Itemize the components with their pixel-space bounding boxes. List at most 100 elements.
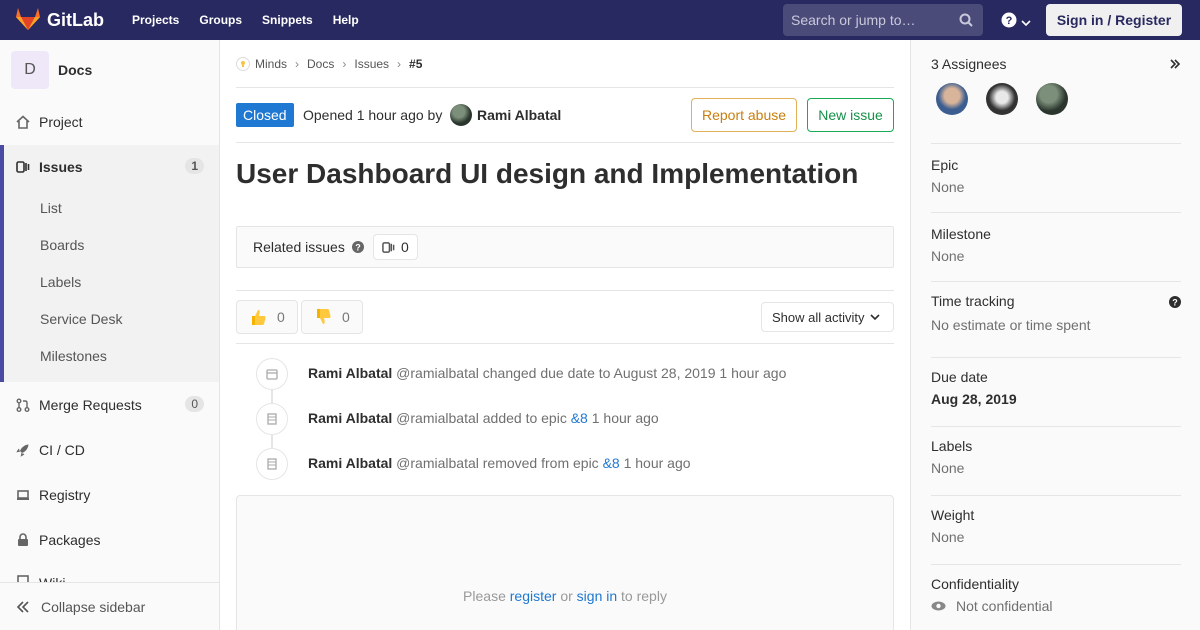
expand-icon[interactable] xyxy=(1169,57,1181,73)
reply-box: Please register or sign in to reply xyxy=(236,495,894,630)
timeline-note: Rami Albatal @ramialbatal removed from e… xyxy=(256,448,896,480)
author-name-link[interactable]: Rami Albatal xyxy=(477,107,561,123)
sidebar-item-label: CI / CD xyxy=(39,442,85,458)
home-icon xyxy=(16,115,30,129)
note-author-link[interactable]: Rami Albatal xyxy=(308,410,392,426)
sidebar-item-label: Issues xyxy=(39,159,83,175)
related-count-value: 0 xyxy=(401,239,409,255)
question-icon[interactable]: ? xyxy=(352,240,364,256)
activity-filter-dropdown[interactable]: Show all activity xyxy=(761,302,894,332)
note-handle: @ramialbatal xyxy=(396,410,479,426)
breadcrumb-minds[interactable]: Minds xyxy=(255,57,287,71)
sidebar-subitem-labels[interactable]: Labels xyxy=(40,274,81,290)
author-avatar[interactable] xyxy=(450,104,472,126)
gitlab-home-link[interactable]: GitLab xyxy=(16,0,104,40)
breadcrumb-issues[interactable]: Issues xyxy=(354,57,389,71)
issues-icon xyxy=(382,241,395,254)
nav-help[interactable]: Help xyxy=(333,13,359,27)
sidebar-item-project[interactable]: Project xyxy=(0,100,219,144)
nav-projects[interactable]: Projects xyxy=(132,13,179,27)
brand-name: GitLab xyxy=(47,9,104,30)
sidebar-item-ci-cd[interactable]: CI / CD xyxy=(0,428,219,472)
milestone-title: Milestone xyxy=(931,226,991,242)
search-placeholder: Search or jump to… xyxy=(791,12,916,28)
related-issues-count[interactable]: 0 xyxy=(373,234,418,260)
thumbs-down-award-button[interactable]: 0 xyxy=(301,300,363,334)
register-link[interactable]: register xyxy=(510,588,557,604)
top-navbar: GitLab Projects Groups Snippets Help Sea… xyxy=(0,0,1200,40)
status-badge: Closed xyxy=(236,103,294,127)
note-text: Rami Albatal @ramialbatal added to epic … xyxy=(308,410,659,426)
search-input[interactable]: Search or jump to… xyxy=(783,4,983,36)
merge-request-icon xyxy=(16,398,30,412)
timeline-note: Rami Albatal @ramialbatal added to epic … xyxy=(256,403,896,435)
thumbs-up-award-button[interactable]: 0 xyxy=(236,300,298,334)
note-action: added to epic xyxy=(482,410,567,426)
sidebar-item-wiki[interactable]: Wiki xyxy=(0,563,219,583)
avatar[interactable] xyxy=(986,83,1018,115)
weight-value: None xyxy=(931,529,965,545)
confidentiality-block: Confidentiality Not confidential xyxy=(931,565,1181,630)
note-time: 1 hour ago xyxy=(623,455,691,471)
breadcrumb-separator-icon: › xyxy=(342,56,347,71)
project-header[interactable]: D Docs xyxy=(11,51,92,89)
note-action: removed from epic xyxy=(482,455,599,471)
new-issue-button[interactable]: New issue xyxy=(807,98,894,132)
milestone-value: None xyxy=(931,248,965,264)
sidebar-item-registry[interactable]: Registry xyxy=(0,473,219,517)
note-time: 1 hour ago xyxy=(719,365,787,381)
collapse-sidebar-button[interactable]: Collapse sidebar xyxy=(0,582,219,630)
thumbs-up-icon xyxy=(249,308,267,326)
activity-filter-label: Show all activity xyxy=(772,309,865,325)
project-name: Docs xyxy=(58,62,93,78)
project-sidebar: D Docs Project Issues 1 List Boards Labe… xyxy=(0,40,220,630)
weight-title: Weight xyxy=(931,507,975,523)
breadcrumb-issue-id[interactable]: #5 xyxy=(409,57,422,71)
note-author-link[interactable]: Rami Albatal xyxy=(308,455,392,471)
reply-suffix: to reply xyxy=(621,588,667,604)
epic-icon xyxy=(256,448,288,480)
sidebar-subitem-service-desk[interactable]: Service Desk xyxy=(40,311,122,327)
avatar[interactable] xyxy=(1036,83,1068,115)
report-abuse-button[interactable]: Report abuse xyxy=(691,98,797,132)
avatar[interactable] xyxy=(936,83,968,115)
breadcrumb-docs[interactable]: Docs xyxy=(307,57,334,71)
nav-snippets[interactable]: Snippets xyxy=(262,13,313,27)
epic-link[interactable]: &8 xyxy=(603,455,620,471)
collapse-sidebar-label: Collapse sidebar xyxy=(41,598,146,615)
sidebar-item-issues[interactable]: Issues 1 xyxy=(4,145,219,189)
sidebar-item-label: Merge Requests xyxy=(39,397,142,413)
epic-link[interactable]: &8 xyxy=(571,410,588,426)
sidebar-item-merge-requests[interactable]: Merge Requests 0 xyxy=(0,383,219,427)
help-dropdown[interactable]: ? xyxy=(1001,12,1031,31)
issues-icon xyxy=(16,160,30,174)
breadcrumb-separator-icon: › xyxy=(397,56,402,71)
time-tracking-block: Time tracking ? No estimate or time spen… xyxy=(931,282,1181,358)
note-handle: @ramialbatal xyxy=(396,365,479,381)
sign-in-register-button[interactable]: Sign in / Register xyxy=(1046,4,1182,36)
note-author-link[interactable]: Rami Albatal xyxy=(308,365,392,381)
divider xyxy=(236,343,894,344)
weight-block: Weight None xyxy=(931,496,1181,565)
due-date-block: Due date Aug 28, 2019 xyxy=(931,358,1181,427)
sign-in-link[interactable]: sign in xyxy=(577,588,617,604)
group-avatar-icon xyxy=(236,56,250,71)
sidebar-issues-section: Issues 1 List Boards Labels Service Desk… xyxy=(0,145,219,382)
timeline-note: Rami Albatal @ramialbatal changed due da… xyxy=(256,358,896,390)
page-title: User Dashboard UI design and Implementat… xyxy=(236,158,859,189)
sidebar-subitem-list[interactable]: List xyxy=(40,200,62,216)
question-icon[interactable]: ? xyxy=(1169,295,1181,311)
epic-value: None xyxy=(931,179,965,195)
issue-right-sidebar: 3 Assignees Epic None Milestone None Tim… xyxy=(910,40,1200,630)
rocket-icon xyxy=(16,443,30,457)
sidebar-subitem-milestones[interactable]: Milestones xyxy=(40,348,107,364)
nav-groups[interactable]: Groups xyxy=(199,13,242,27)
reply-or: or xyxy=(560,588,573,604)
thumbs-down-icon xyxy=(314,308,332,326)
milestone-block: Milestone None xyxy=(931,213,1181,282)
sidebar-item-label: Project xyxy=(39,114,83,130)
breadcrumb-separator-icon: › xyxy=(295,56,300,71)
sidebar-item-packages[interactable]: Packages xyxy=(0,518,219,562)
sidebar-subitem-boards[interactable]: Boards xyxy=(40,237,84,253)
confidentiality-value: Not confidential xyxy=(956,598,1053,614)
